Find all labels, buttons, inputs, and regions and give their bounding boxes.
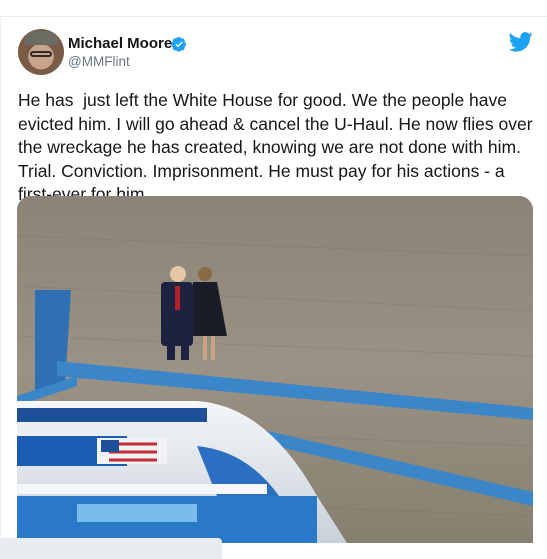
verified-badge-icon <box>171 37 186 52</box>
display-name[interactable]: Michael Moore <box>68 35 172 52</box>
horizontal-scrollbar[interactable] <box>0 538 222 559</box>
twitter-bird-icon[interactable] <box>509 31 533 53</box>
tweet-text: He has just left the White House for goo… <box>18 90 538 205</box>
avatar-glasses <box>30 51 52 57</box>
tweet-photo[interactable] <box>17 196 533 543</box>
photo-scene <box>17 196 533 543</box>
avatar[interactable] <box>18 29 64 75</box>
avatar-cap <box>24 31 58 45</box>
user-handle[interactable]: @MMFlint <box>68 54 130 69</box>
